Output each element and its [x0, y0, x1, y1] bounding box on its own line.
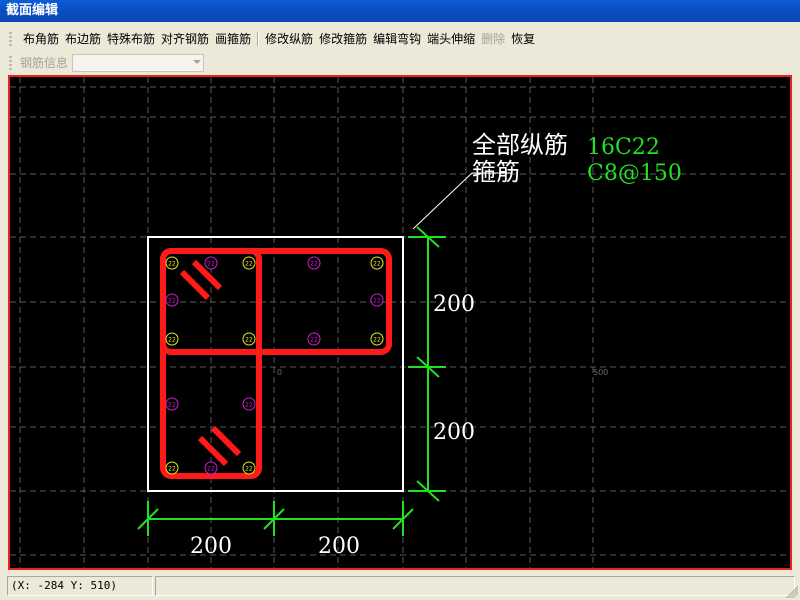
- side-bar[interactable]: 22: [165, 397, 179, 411]
- status-message: [155, 576, 795, 596]
- corner-bar[interactable]: 22: [242, 256, 256, 270]
- annotation-longitudinal-value: 16C22: [587, 135, 660, 160]
- chevron-down-icon[interactable]: [193, 60, 201, 64]
- side-bar[interactable]: 22: [307, 256, 321, 270]
- window-title: 截面编辑: [0, 0, 800, 22]
- cursor-coordinates: (X: -284 Y: 510): [7, 576, 153, 596]
- dimension-vertical-top: 200: [433, 292, 475, 317]
- bar-diameter-label: 22: [207, 466, 215, 473]
- grid-label-500: 500: [593, 368, 608, 377]
- bar-diameter-label: 22: [245, 402, 253, 409]
- dimension-horizontal-left: 200: [190, 534, 232, 559]
- modify-longitudinal-bars-button[interactable]: 修改纵筋: [262, 27, 316, 51]
- bar-diameter-label: 22: [168, 337, 176, 344]
- dimension-vertical-bottom: 200: [433, 420, 475, 445]
- stirrup-hook[interactable]: [197, 435, 229, 467]
- corner-bar[interactable]: 22: [242, 461, 256, 475]
- section-drawing[interactable]: 22 22 22 22 22 22 22 22 22 22 22 22 22 22 22 22 全部纵筋 16…: [10, 77, 790, 568]
- rebar-info-select[interactable]: [72, 54, 204, 72]
- stirrup-hook[interactable]: [210, 425, 242, 457]
- bar-diameter-label: 22: [168, 298, 176, 305]
- place-corner-bars-button[interactable]: 布角筋: [20, 27, 62, 51]
- bar-diameter-label: 22: [207, 261, 215, 268]
- annotation-stirrup-value: C8@150: [587, 161, 682, 186]
- side-bar[interactable]: 22: [307, 332, 321, 346]
- horizontal-dimension: [137, 501, 414, 536]
- align-bars-button[interactable]: 对齐钢筋: [158, 27, 212, 51]
- bar-diameter-label: 22: [245, 261, 253, 268]
- side-bar[interactable]: 22: [370, 293, 384, 307]
- bar-diameter-label: 22: [168, 261, 176, 268]
- draw-stirrup-button[interactable]: 画箍筋: [212, 27, 254, 51]
- bar-diameter-label: 22: [168, 466, 176, 473]
- vertical-dimension: [408, 226, 446, 502]
- toolbar-separator: [257, 32, 260, 46]
- section-canvas[interactable]: 22 22 22 22 22 22 22 22 22 22 22 22 22 22 22 22 全部纵筋 16…: [8, 75, 792, 570]
- delete-button[interactable]: 删除: [478, 27, 508, 51]
- corner-bar[interactable]: 22: [370, 256, 384, 270]
- side-bar[interactable]: 22: [165, 293, 179, 307]
- bar-diameter-label: 22: [373, 337, 381, 344]
- place-side-bars-button[interactable]: 布边筋: [62, 27, 104, 51]
- rebar-info-label: 钢筋信息: [20, 56, 69, 70]
- side-bar[interactable]: 22: [204, 461, 218, 475]
- corner-bar[interactable]: 22: [370, 332, 384, 346]
- bar-diameter-label: 22: [310, 337, 318, 344]
- toolbar-grip[interactable]: [9, 56, 12, 70]
- rebar-info-toolbar: 钢筋信息: [0, 51, 800, 75]
- modify-stirrups-button[interactable]: 修改箍筋: [316, 27, 370, 51]
- bar-diameter-label: 22: [373, 298, 381, 305]
- bar-diameter-label: 22: [168, 402, 176, 409]
- bar-diameter-label: 22: [373, 261, 381, 268]
- status-bar: (X: -284 Y: 510): [0, 573, 800, 600]
- grid: [10, 77, 790, 568]
- corner-bar[interactable]: 22: [165, 256, 179, 270]
- side-bar[interactable]: 22: [204, 256, 218, 270]
- side-bar[interactable]: 22: [242, 397, 256, 411]
- bar-diameter-label: 22: [245, 337, 253, 344]
- corner-bar[interactable]: 22: [165, 461, 179, 475]
- corner-bar[interactable]: 22: [165, 332, 179, 346]
- corner-bar[interactable]: 22: [242, 332, 256, 346]
- edit-hooks-button[interactable]: 编辑弯钩: [370, 27, 424, 51]
- stirrups[interactable]: [160, 248, 392, 479]
- resize-grip-icon[interactable]: [786, 586, 798, 598]
- rebar-toolbar: 布角筋 布边筋 特殊布筋 对齐钢筋 画箍筋 修改纵筋 修改箍筋 编辑弯钩 端头伸…: [0, 27, 800, 51]
- toolbar-grip[interactable]: [9, 32, 12, 46]
- annotation-stirrup-label: 箍筋: [472, 158, 520, 186]
- end-extend-button[interactable]: 端头伸缩: [424, 27, 478, 51]
- dimension-horizontal-right: 200: [318, 534, 360, 559]
- bar-diameter-label: 22: [245, 466, 253, 473]
- bar-diameter-label: 22: [310, 261, 318, 268]
- special-bars-button[interactable]: 特殊布筋: [104, 27, 158, 51]
- restore-button[interactable]: 恢复: [508, 27, 538, 51]
- grid-label-origin: 0: [277, 368, 282, 377]
- annotation-longitudinal-label: 全部纵筋: [472, 131, 568, 159]
